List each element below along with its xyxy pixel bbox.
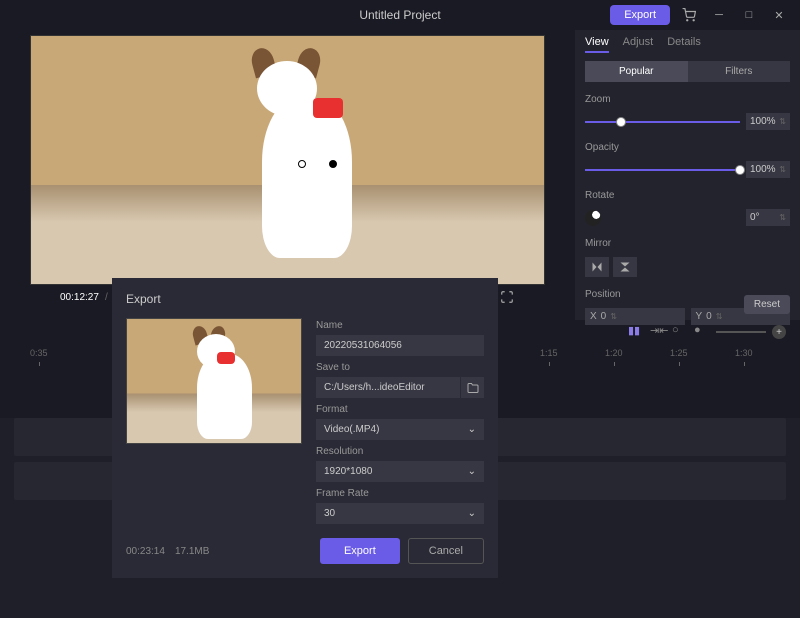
dialog-title: Export bbox=[126, 292, 484, 306]
cancel-button[interactable]: Cancel bbox=[408, 538, 484, 564]
zoom-value[interactable]: 100%⇅ bbox=[746, 113, 790, 130]
minimize-button[interactable]: ─ bbox=[708, 4, 730, 26]
close-button[interactable]: ✕ bbox=[768, 4, 790, 26]
framerate-label: Frame Rate bbox=[316, 488, 484, 499]
timeline-zoom-slider[interactable] bbox=[716, 331, 766, 333]
format-select[interactable]: Video(.MP4)⌄ bbox=[316, 419, 484, 440]
mirror-vertical-button[interactable] bbox=[613, 257, 637, 277]
opacity-value[interactable]: 100%⇅ bbox=[746, 161, 790, 178]
name-input[interactable] bbox=[316, 335, 484, 356]
project-title: Untitled Project bbox=[359, 8, 440, 22]
export-filesize: 17.1MB bbox=[175, 546, 209, 557]
mirror-horizontal-button[interactable] bbox=[585, 257, 609, 277]
segment-popular[interactable]: Popular bbox=[585, 61, 688, 82]
time-sep: / bbox=[105, 292, 108, 303]
tab-details[interactable]: Details bbox=[667, 36, 701, 53]
zoom-slider[interactable] bbox=[585, 121, 740, 123]
opacity-label: Opacity bbox=[585, 142, 790, 153]
ruler-mark: 1:25 bbox=[670, 348, 688, 358]
export-thumbnail bbox=[126, 318, 302, 444]
ruler-mark: 1:15 bbox=[540, 348, 558, 358]
format-label: Format bbox=[316, 404, 484, 415]
export-dialog: Export Name Save to Format Video(.MP4)⌄ … bbox=[112, 278, 498, 578]
cart-icon[interactable] bbox=[678, 4, 700, 26]
properties-panel: View Adjust Details Popular Filters Zoom… bbox=[575, 30, 800, 320]
preview-area: 00:12:27 / 00:23:14 : 9 ⌄ bbox=[0, 30, 575, 320]
zoom-label: Zoom bbox=[585, 94, 790, 105]
mirror-label: Mirror bbox=[585, 238, 790, 249]
resolution-select[interactable]: 1920*1080⌄ bbox=[316, 461, 484, 482]
ruler-mark: 1:20 bbox=[605, 348, 623, 358]
marker-icon[interactable]: ▮▮ bbox=[628, 324, 644, 340]
segment-filters[interactable]: Filters bbox=[688, 61, 791, 82]
dot-icon[interactable]: ● bbox=[694, 324, 710, 340]
position-x-input[interactable]: X0⇅ bbox=[585, 308, 685, 325]
resolution-label: Resolution bbox=[316, 446, 484, 457]
align-icon[interactable]: ⇥⇤ bbox=[650, 324, 666, 340]
tab-view[interactable]: View bbox=[585, 36, 609, 53]
opacity-slider[interactable] bbox=[585, 169, 740, 171]
ruler-mark: 0:35 bbox=[30, 348, 48, 358]
rotate-label: Rotate bbox=[585, 190, 790, 201]
export-duration: 00:23:14 bbox=[126, 546, 165, 557]
circle-icon[interactable]: ○ bbox=[672, 324, 688, 340]
framerate-select[interactable]: 30⌄ bbox=[316, 503, 484, 524]
save-path-input[interactable] bbox=[316, 377, 460, 398]
export-confirm-button[interactable]: Export bbox=[320, 538, 400, 564]
export-button[interactable]: Export bbox=[610, 5, 670, 25]
rotate-value[interactable]: 0°⇅ bbox=[746, 209, 790, 226]
save-to-label: Save to bbox=[316, 362, 484, 373]
maximize-button[interactable]: □ bbox=[738, 4, 760, 26]
ruler-mark: 1:30 bbox=[735, 348, 753, 358]
browse-folder-button[interactable] bbox=[460, 377, 484, 398]
rotate-knob[interactable] bbox=[585, 210, 601, 226]
reset-button[interactable]: Reset bbox=[744, 295, 790, 314]
titlebar: Untitled Project Export ─ □ ✕ bbox=[0, 0, 800, 30]
preview-canvas[interactable] bbox=[30, 35, 545, 285]
zoom-in-button[interactable]: + bbox=[772, 325, 786, 339]
name-label: Name bbox=[316, 320, 484, 331]
fullscreen-icon[interactable] bbox=[499, 289, 515, 305]
tab-adjust[interactable]: Adjust bbox=[623, 36, 654, 53]
current-time: 00:12:27 bbox=[60, 292, 99, 303]
